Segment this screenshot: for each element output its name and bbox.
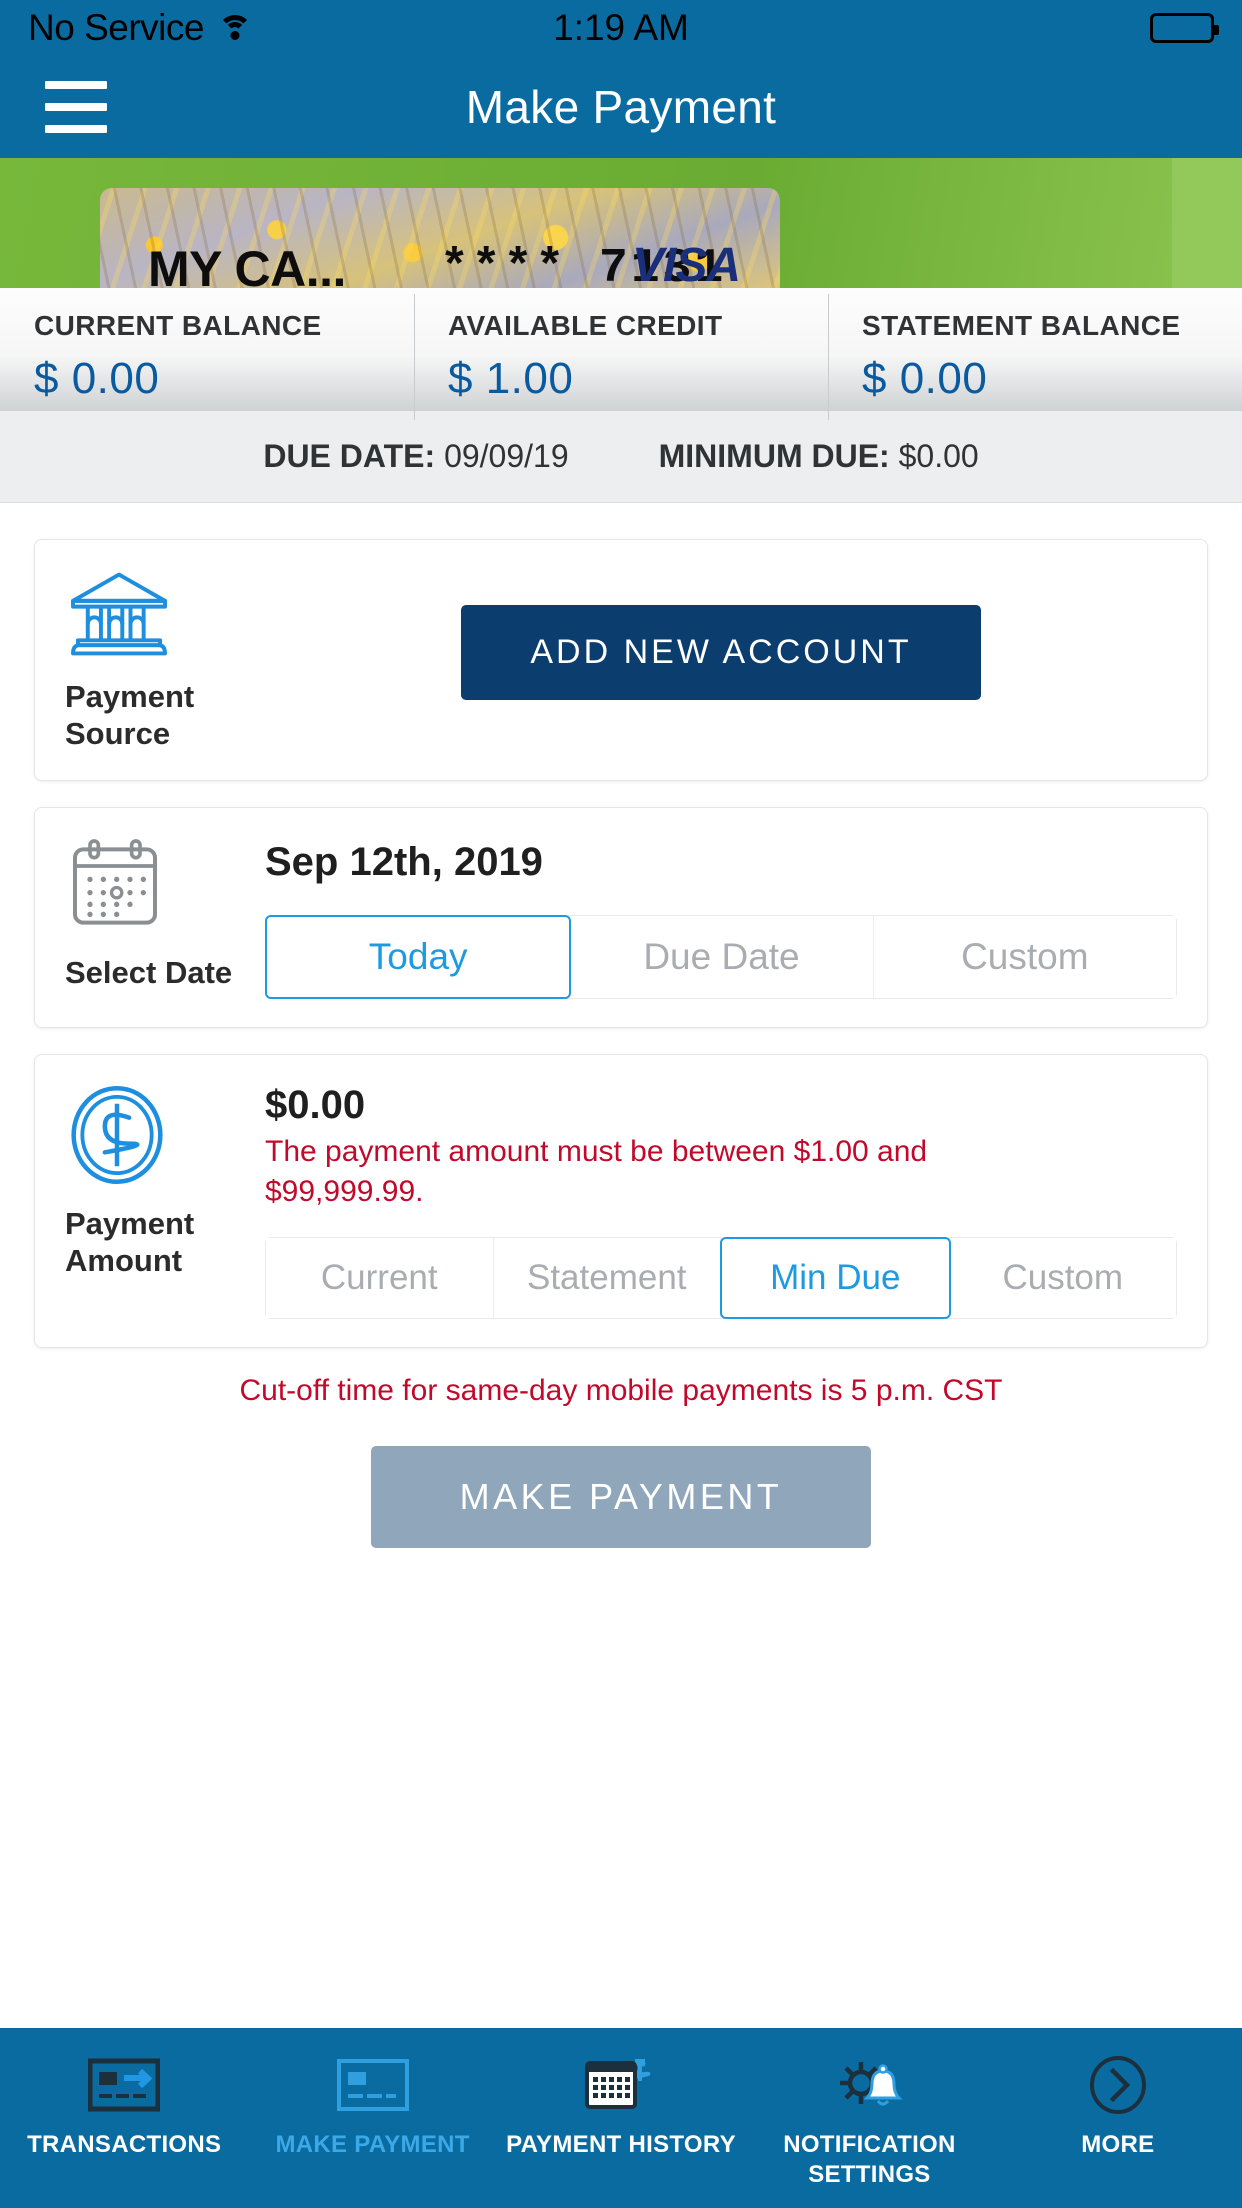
balance-available-credit: AVAILABLE CREDIT $ 1.00 xyxy=(414,294,828,420)
amount-option-statement[interactable]: Statement xyxy=(493,1238,721,1319)
payment-source-label: Payment Source xyxy=(65,679,195,751)
balance-label: AVAILABLE CREDIT xyxy=(448,310,723,341)
bottom-tab-bar: TRANSACTIONS MAKE PAYMENT PAYMENT HISTOR… xyxy=(0,2028,1242,2208)
date-option-group: Today Due Date Custom xyxy=(265,915,1177,1000)
add-new-account-button[interactable]: ADD NEW ACCOUNT xyxy=(461,604,981,700)
minimum-due: MINIMUM DUE: $0.00 xyxy=(659,438,979,475)
amount-option-current[interactable]: Current xyxy=(266,1238,494,1319)
balance-value: $ 1.00 xyxy=(448,354,574,403)
due-info-row: DUE DATE: 09/09/19 MINIMUM DUE: $0.00 xyxy=(0,411,1242,503)
tab-label: TRANSACTIONS xyxy=(27,2131,222,2158)
submit-row: MAKE PAYMENT xyxy=(34,1446,1208,1549)
selected-date-value: Sep 12th, 2019 xyxy=(265,840,543,885)
due-date-label: DUE DATE: xyxy=(263,438,436,474)
balance-label: STATEMENT BALANCE xyxy=(862,310,1181,341)
balance-current: CURRENT BALANCE $ 0.00 xyxy=(0,310,414,404)
balance-value: $ 0.00 xyxy=(862,354,988,403)
tab-label: PAYMENT HISTORY xyxy=(506,2131,736,2158)
visa-logo: VISA xyxy=(631,239,741,288)
amount-option-custom[interactable]: Custom xyxy=(949,1238,1176,1319)
minimum-due-label: MINIMUM DUE: xyxy=(658,438,890,474)
payment-amount-left: Payment Amount xyxy=(65,1083,265,1319)
calendar-dollar-icon xyxy=(585,2054,657,2116)
select-date-label: Select Date xyxy=(65,955,233,991)
tab-notification-settings[interactable]: NOTIFICATION SETTINGS xyxy=(745,2054,993,2190)
make-payment-button[interactable]: MAKE PAYMENT xyxy=(371,1446,871,1549)
hamburger-menu-icon[interactable] xyxy=(45,81,107,133)
tab-make-payment[interactable]: MAKE PAYMENT xyxy=(248,2054,496,2160)
balance-label: CURRENT BALANCE xyxy=(34,310,322,341)
due-date-value: 09/09/19 xyxy=(444,438,569,474)
tab-label: NOTIFICATION SETTINGS xyxy=(783,2131,956,2188)
due-date: DUE DATE: 09/09/19 xyxy=(263,438,568,475)
tab-transactions[interactable]: TRANSACTIONS xyxy=(0,2054,248,2160)
tab-label: MAKE PAYMENT xyxy=(275,2131,470,2158)
gear-bell-icon xyxy=(831,2054,907,2116)
payment-source-left: Payment Source xyxy=(65,568,265,752)
tab-label: MORE xyxy=(1081,2131,1155,2158)
status-bar-right xyxy=(1150,13,1219,43)
status-bar: No Service 1:19 AM xyxy=(0,0,1242,56)
card-icon xyxy=(336,2054,409,2116)
app-screen: No Service 1:19 AM Make Payment MY CA...… xyxy=(0,0,1242,2208)
date-option-due-date[interactable]: Due Date xyxy=(570,916,874,999)
page-title: Make Payment xyxy=(465,81,777,133)
battery-full-icon xyxy=(1150,13,1219,43)
dollar-coin-icon xyxy=(71,1086,163,1185)
date-option-today[interactable]: Today xyxy=(265,915,572,1000)
select-date-right: Sep 12th, 2019 Today Due Date Custom xyxy=(265,836,1177,1000)
cutoff-notice: Cut-off time for same-day mobile payment… xyxy=(239,1374,1003,1408)
chevron-right-circle-icon xyxy=(1088,2054,1148,2116)
select-date-panel: Select Date Sep 12th, 2019 Today Due Dat… xyxy=(34,807,1208,1029)
payment-amount-error: The payment amount must be between $1.00… xyxy=(265,1135,928,1208)
payment-amount-label: Payment Amount xyxy=(65,1206,195,1278)
select-date-left: Select Date xyxy=(65,836,265,999)
amount-option-min-due[interactable]: Min Due xyxy=(720,1237,951,1320)
main-content: Payment Source ADD NEW ACCOUNT Select Da… xyxy=(0,503,1242,1549)
payment-source-right: ADD NEW ACCOUNT xyxy=(265,568,1177,752)
card-arrow-icon xyxy=(88,2054,161,2116)
date-option-custom[interactable]: Custom xyxy=(873,916,1176,999)
bank-icon xyxy=(71,572,167,656)
payment-source-panel: Payment Source ADD NEW ACCOUNT xyxy=(34,539,1208,782)
balance-summary: CURRENT BALANCE $ 0.00 AVAILABLE CREDIT … xyxy=(0,288,1242,420)
nav-header: Make Payment xyxy=(0,56,1242,158)
payment-amount-right: $0.00 The payment amount must be between… xyxy=(265,1083,1177,1320)
credit-card-image[interactable]: MY CA... **** 7131 VISA xyxy=(100,188,780,288)
payment-amount-value: $0.00 xyxy=(265,1083,366,1128)
minimum-due-value: $0.00 xyxy=(898,438,979,474)
card-nickname: MY CA... xyxy=(148,241,346,288)
balance-value: $ 0.00 xyxy=(34,354,160,403)
calendar-icon xyxy=(73,839,157,925)
tab-more[interactable]: MORE xyxy=(994,2054,1242,2160)
card-banner: MY CA... **** 7131 VISA xyxy=(0,158,1242,288)
amount-option-group: Current Statement Min Due Custom xyxy=(265,1237,1177,1320)
payment-amount-panel: Payment Amount $0.00 The payment amount … xyxy=(34,1054,1208,1349)
tab-payment-history[interactable]: PAYMENT HISTORY xyxy=(497,2054,745,2160)
status-bar-clock: 1:19 AM xyxy=(553,7,689,48)
balance-statement: STATEMENT BALANCE $ 0.00 xyxy=(828,294,1242,420)
